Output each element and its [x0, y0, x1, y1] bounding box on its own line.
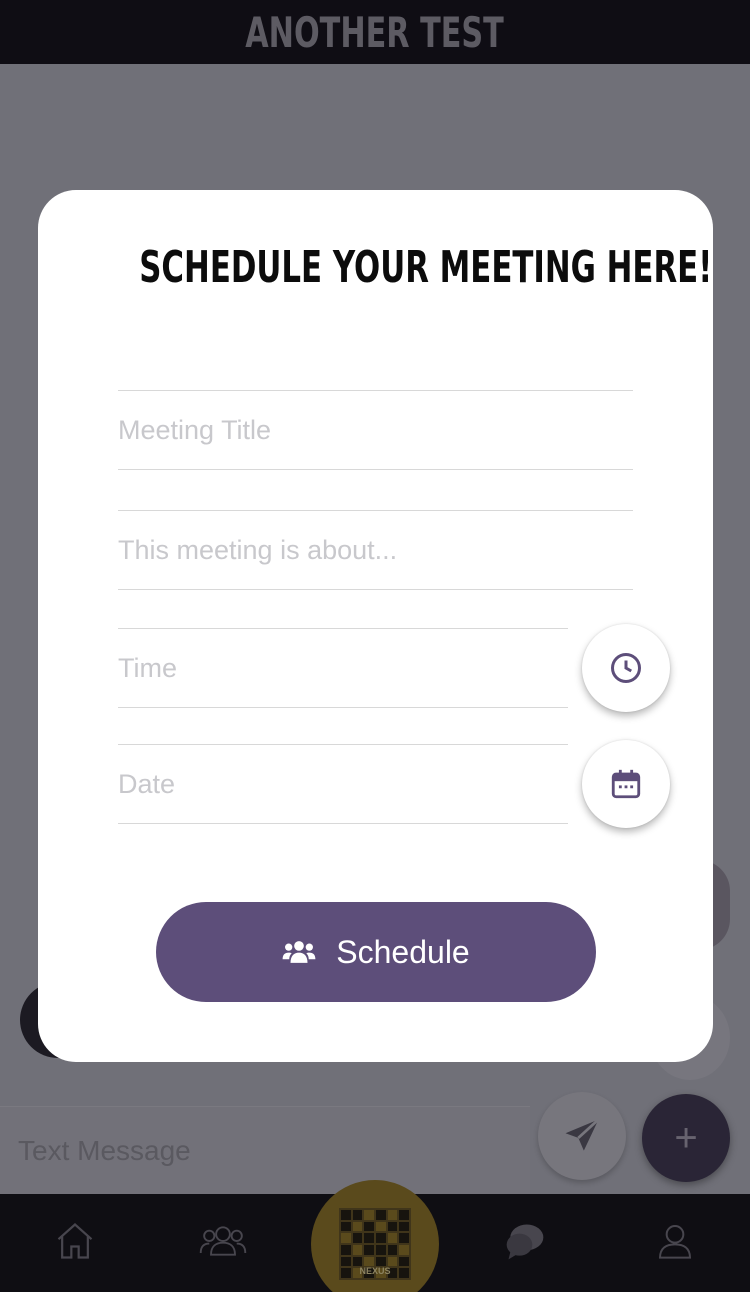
people-icon: [199, 1226, 247, 1256]
date-picker-button[interactable]: [582, 740, 670, 828]
schedule-button-label: Schedule: [336, 933, 470, 970]
calendar-icon: [611, 769, 641, 799]
qr-label: NEXUS: [359, 1266, 391, 1276]
send-button[interactable]: [538, 1092, 626, 1180]
nav-chat[interactable]: [500, 1216, 550, 1266]
profile-icon: [658, 1225, 692, 1259]
time-picker-button[interactable]: [582, 624, 670, 712]
group-icon: [282, 941, 316, 963]
chat-icon: [506, 1224, 544, 1260]
app-header: ANOTHER TEST: [0, 0, 750, 64]
send-icon: [565, 1118, 600, 1151]
meeting-about-field[interactable]: [118, 510, 633, 590]
app-title: ANOTHER TEST: [245, 7, 505, 57]
qr-code-icon: NEXUS: [339, 1208, 411, 1280]
meeting-title-field[interactable]: [118, 390, 633, 470]
meeting-title-input[interactable]: [118, 391, 633, 469]
bottom-nav: NEXUS: [0, 1180, 750, 1292]
date-input[interactable]: [118, 745, 568, 823]
home-icon: [57, 1223, 93, 1259]
nav-profile[interactable]: [650, 1216, 700, 1266]
clock-icon: [611, 653, 641, 683]
add-button[interactable]: +: [642, 1094, 730, 1182]
schedule-meeting-dialog: SCHEDULE YOUR MEETING HERE! Meeting Titl…: [38, 190, 713, 1062]
nav-people[interactable]: [198, 1216, 248, 1266]
time-input[interactable]: [118, 629, 568, 707]
schedule-button[interactable]: Schedule: [156, 902, 596, 1002]
date-field[interactable]: [118, 744, 568, 824]
plus-icon: +: [674, 1115, 698, 1160]
message-composer[interactable]: Text Message: [0, 1106, 530, 1194]
meeting-about-input[interactable]: [118, 511, 633, 589]
message-input[interactable]: Text Message: [18, 1135, 191, 1167]
nav-home[interactable]: [50, 1216, 100, 1266]
dialog-title: SCHEDULE YOUR MEETING HERE!: [139, 242, 713, 293]
time-field[interactable]: [118, 628, 568, 708]
nav-qr-button[interactable]: NEXUS: [311, 1180, 439, 1292]
